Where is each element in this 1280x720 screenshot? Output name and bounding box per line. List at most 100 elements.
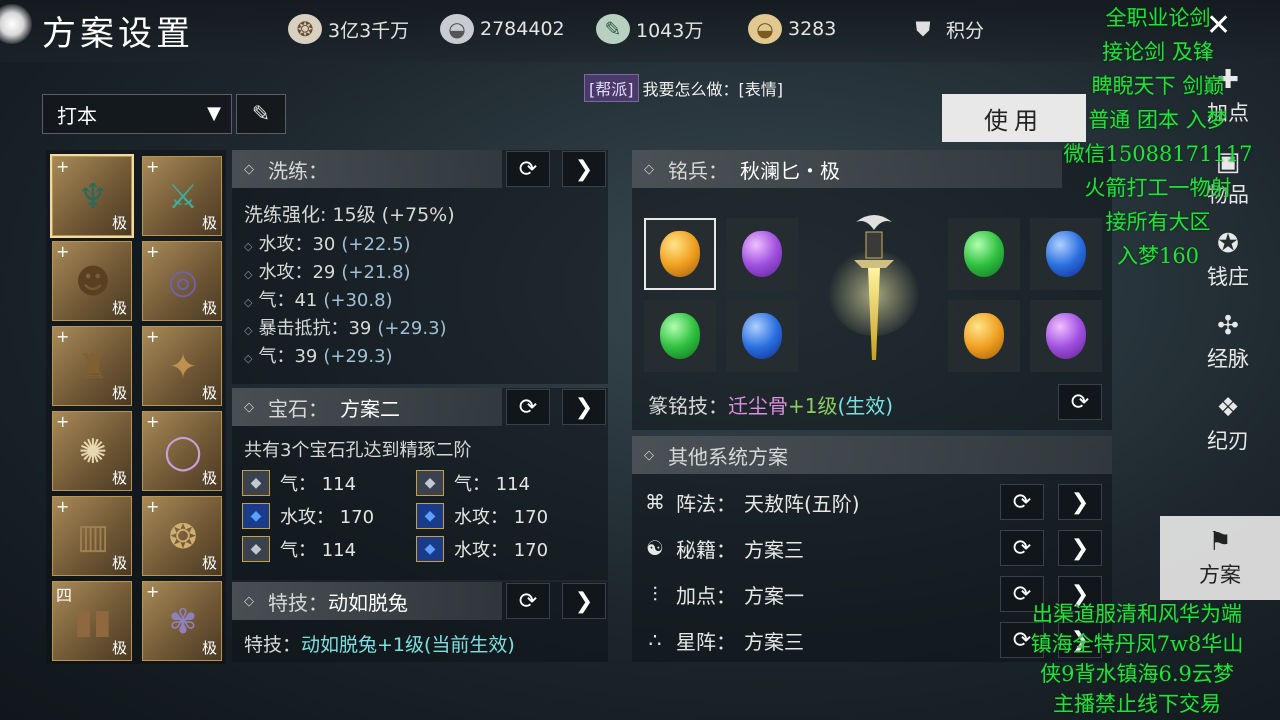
stream-overlay-line: 侠9背水镇海6.9云梦: [1040, 662, 1234, 686]
refine-strength: 洗练强化: 15级 (+75%): [244, 204, 455, 226]
system-label: 秘籍：: [676, 537, 736, 562]
system-next-button[interactable]: ❯: [1058, 484, 1102, 520]
currency-value: 3283: [788, 18, 837, 40]
gem-next-button[interactable]: ❯: [562, 389, 606, 425]
currency-value: 1043万: [636, 19, 704, 42]
stream-overlay-line: 火箭打工一物射: [1084, 176, 1232, 200]
gem-switch-button[interactable]: ⟳: [506, 389, 550, 425]
equipment-slot[interactable]: + ♆ 极: [52, 156, 132, 236]
gold-ingot-icon: ◒: [748, 14, 782, 44]
gem-stat-text: 气： 114: [454, 474, 531, 495]
weapon-gem-slot[interactable]: [644, 300, 716, 372]
gem-stat-row: ◆ 水攻： 170: [416, 503, 548, 529]
diamond-icon: ◇: [244, 268, 253, 281]
grade-badge: 极: [111, 384, 127, 402]
equipment-slot[interactable]: 四 ▮▮ 极: [52, 581, 132, 661]
stream-overlay-line: 入梦160: [1116, 244, 1200, 268]
refine-stat-row: ◇ 水攻：29 (+21.8): [244, 258, 411, 284]
grade-badge: 极: [111, 299, 127, 317]
formation-icon: ⌘: [645, 490, 665, 514]
chevron-right-icon: ❯: [1070, 489, 1090, 515]
other-systems-header: ◇ 其他系统方案: [632, 436, 1112, 474]
other-systems-title: 其他系统方案: [668, 444, 788, 469]
weapon-gem-slot[interactable]: [726, 300, 798, 372]
equipment-slot[interactable]: + ❂ 极: [142, 496, 222, 576]
equipment-slot[interactable]: + ⚔ 极: [142, 156, 222, 236]
preset-selected: 打本: [57, 103, 97, 128]
refine-switch-button[interactable]: ⟳: [506, 151, 550, 187]
stat-name: 气：: [258, 346, 295, 367]
nav-icon: ✣: [1217, 311, 1239, 341]
stat-bonus: (+29.3): [323, 346, 393, 367]
weapon-header: ◇ 铭兵： 秋澜匕・极: [632, 150, 1062, 188]
engrave-status: (生效): [837, 394, 894, 418]
currency-4: ◒ 3283: [748, 14, 836, 44]
skill-switch-button[interactable]: ⟳: [506, 583, 550, 619]
system-row: ☯ 秘籍： 方案三: [640, 528, 804, 568]
stat-value: 30: [312, 234, 336, 255]
sliders-icon: ⫶: [652, 582, 658, 606]
refine-header: ◇ 洗练：: [232, 150, 502, 188]
engrave-switch-button[interactable]: ⟳: [1058, 384, 1102, 420]
weapon-dagger-image: [828, 215, 920, 360]
grade-badge: 极: [201, 384, 217, 402]
chat-ticker[interactable]: [帮派] 我要怎么做：[表情]: [584, 74, 783, 102]
equipment-slot[interactable]: + ☻ 极: [52, 241, 132, 321]
rename-brush-button[interactable]: ✎: [236, 94, 286, 134]
chevron-right-icon: ❯: [574, 588, 594, 614]
stat-name: 水攻：: [258, 234, 313, 255]
gem-icon: [742, 231, 782, 277]
grade-badge: 极: [201, 469, 217, 487]
gem-icon: [660, 313, 700, 359]
equipment-slot[interactable]: + ▥ 极: [52, 496, 132, 576]
preset-dropdown[interactable]: 打本 ▼: [42, 94, 232, 134]
skill-desc: 特技：动如脱兔+1级(当前生效): [244, 630, 515, 657]
stream-overlay-line: 出渠道服清和风华为端: [1032, 602, 1242, 626]
skill-next-button[interactable]: ❯: [562, 583, 606, 619]
system-switch-button[interactable]: ⟳: [1000, 530, 1044, 566]
equipment-slot[interactable]: + ✦ 极: [142, 326, 222, 406]
refine-next-button[interactable]: ❯: [562, 151, 606, 187]
weapon-gem-slot[interactable]: [1030, 300, 1102, 372]
weapon-gem-slot[interactable]: [948, 300, 1020, 372]
page-title: 方案设置: [42, 14, 194, 54]
sidenav-item[interactable]: ✣ 经脉: [1176, 302, 1280, 382]
stat-value: 39: [294, 346, 318, 367]
system-next-button[interactable]: ❯: [1058, 530, 1102, 566]
equipment-slot[interactable]: + ◎ 极: [142, 241, 222, 321]
gem-label: 宝石：: [268, 396, 328, 421]
engrave-level: +1级: [788, 394, 838, 418]
diamond-icon: ◇: [244, 240, 253, 253]
chat-message: 我要怎么做：[表情]: [642, 80, 784, 99]
weapon-gem-slot[interactable]: [644, 218, 716, 290]
weapon-gem-slot[interactable]: [726, 218, 798, 290]
sidenav-item[interactable]: ⚑ 方案: [1160, 516, 1280, 600]
system-switch-button[interactable]: ⟳: [1000, 484, 1044, 520]
gem-stat-text: 气： 114: [280, 540, 357, 561]
points-button[interactable]: ⛊ 积分: [906, 14, 985, 44]
equipment-slot[interactable]: + ♜ 极: [52, 326, 132, 406]
refine-stat-row: ◇ 气：41 (+30.8): [244, 286, 393, 312]
stat-bonus: (+21.8): [341, 262, 411, 283]
diamond-icon: ◇: [244, 399, 254, 415]
equipment-slot[interactable]: + ✾ 极: [142, 581, 222, 661]
stat-name: 气：: [258, 290, 295, 311]
equipment-grid: + ♆ 极 + ⚔ 极 + ☻ 极 + ◎ 极 + ♜ 极 + ✦ 极 + ✺ 极 + ◯ 极 + ▥ 极 + ❂ 极四 ▮▮ 极 + ✾ 极: [46, 150, 226, 664]
diamond-icon: ◇: [644, 447, 654, 463]
sidenav-item[interactable]: ❖ 纪刃: [1176, 384, 1280, 464]
stat-name: 暴击抵抗：: [258, 318, 349, 339]
system-row: ⫶ 加点： 方案一: [640, 574, 805, 614]
equipment-slot[interactable]: + ✺ 极: [52, 411, 132, 491]
gem-stat-row: ◆ 水攻： 170: [416, 536, 548, 562]
weapon-gem-slot[interactable]: [948, 218, 1020, 290]
equipment-slot[interactable]: + ◯ 极: [142, 411, 222, 491]
gem-icon: [742, 313, 782, 359]
system-row: ⌘ 阵法： 天敖阵(五阶): [640, 482, 860, 522]
nav-label: 经脉: [1207, 347, 1249, 371]
refine-stat-row: ◇ 水攻：30 (+22.5): [244, 230, 411, 256]
diamond-icon: ◇: [244, 352, 253, 365]
gem-stat-text: 气： 114: [280, 474, 357, 495]
refine-stat-row: ◇ 气：39 (+29.3): [244, 342, 393, 368]
gem-icon: [964, 313, 1004, 359]
engrave-label: 篆铭技：: [648, 394, 728, 418]
